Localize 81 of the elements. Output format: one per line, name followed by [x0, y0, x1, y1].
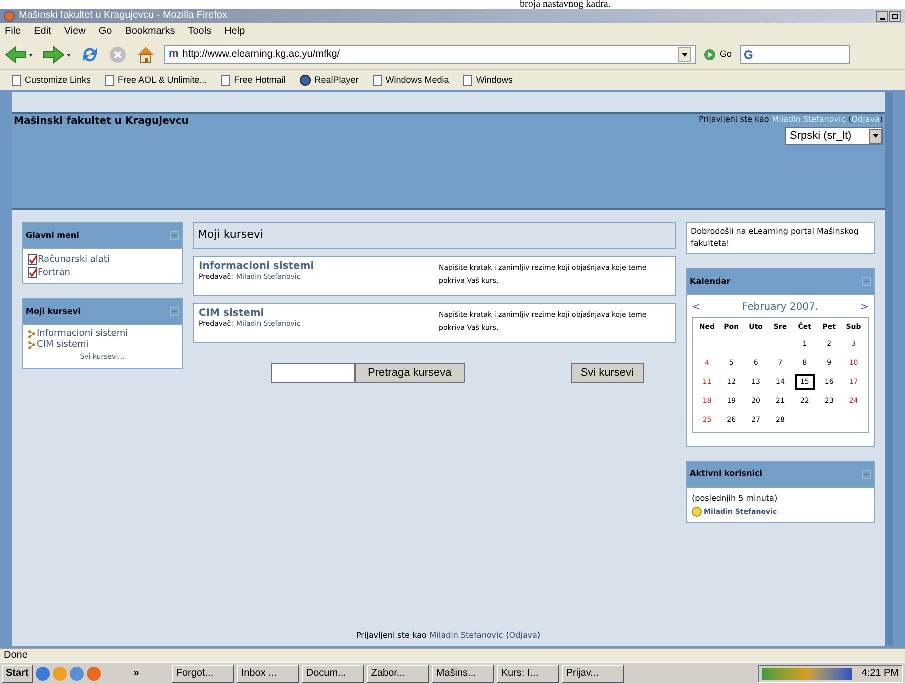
- section-heading: Moji kursevi: [193, 222, 676, 249]
- restore-button[interactable]: [889, 10, 901, 22]
- welcome-text: Dobrodošli na eLearning portal Mašinskog fakulteta!: [686, 222, 875, 254]
- bookmark-link[interactable]: Windows Media: [386, 76, 450, 84]
- month-title: February 2007.: [741, 301, 820, 315]
- document-text: broja nastavnog kadra.: [520, 0, 611, 10]
- window-title: Mašinski fakultet u Kragujevcu - Mozilla Firefox: [19, 11, 228, 21]
- page-icon: [221, 74, 230, 86]
- start-button[interactable]: Start: [2, 664, 33, 682]
- taskbar-button[interactable]: Mašins...: [432, 664, 494, 682]
- logout-link[interactable]: Odjava: [509, 632, 538, 640]
- course-title[interactable]: Informacioni sistemi: [199, 262, 439, 272]
- taskbar-button[interactable]: Zabor...: [367, 664, 430, 682]
- stop-icon[interactable]: [108, 44, 128, 64]
- search-field[interactable]: G: [740, 45, 850, 64]
- menu-item[interactable]: View: [64, 26, 86, 36]
- menu-item[interactable]: Go: [98, 26, 112, 36]
- address-field[interactable]: m http://www.elearning.kg.ac.yu/mfkg/: [164, 45, 696, 64]
- collapse-icon[interactable]: [862, 470, 871, 478]
- login-text: Prijavljeni ste kao: [356, 632, 427, 640]
- menu-item[interactable]: Help: [224, 26, 246, 36]
- course-link[interactable]: Informacioni sistemi: [37, 330, 128, 339]
- block-title: Aktivni korisnici: [690, 468, 762, 480]
- page-icon: [105, 74, 114, 86]
- collapse-icon[interactable]: [862, 277, 871, 286]
- period-text: (poslednjih 5 minuta): [692, 492, 779, 504]
- taskbar-button[interactable]: Docum...: [302, 664, 364, 682]
- menu-link[interactable]: Fortran: [38, 269, 71, 278]
- collapse-icon[interactable]: [170, 307, 179, 316]
- menu-link[interactable]: Računarski alati: [38, 256, 110, 265]
- menu-item[interactable]: File: [5, 26, 22, 36]
- course-link[interactable]: CIM sistemi: [37, 341, 89, 350]
- forward-arrow-icon[interactable]: [42, 44, 72, 64]
- menu-item[interactable]: Tools: [188, 26, 212, 36]
- bookmark-link[interactable]: Free Hotmail: [234, 76, 286, 84]
- quiz-icon: [28, 254, 37, 265]
- block-title: Moji kursevi: [26, 306, 81, 318]
- course-title[interactable]: CIM sistemi: [199, 309, 439, 319]
- site-title: Mašinski fakultet u Kragujevcu: [14, 117, 189, 127]
- course-icon: [28, 341, 36, 350]
- go-icon[interactable]: [704, 48, 716, 60]
- taskbar-button[interactable]: Kurs: I...: [497, 664, 560, 682]
- previous-month-link[interactable]: <: [692, 300, 700, 315]
- site-logo: m: [169, 49, 179, 60]
- parenthesis: ): [880, 116, 883, 124]
- login-text: Prijavljeni ste kao: [698, 116, 770, 124]
- taskbar-button[interactable]: Prijav...: [562, 664, 624, 682]
- collapse-icon[interactable]: [170, 231, 179, 240]
- smiley-icon: [692, 506, 702, 517]
- bookmark-link[interactable]: Free AOL & Unlimite...: [118, 76, 208, 84]
- search-field[interactable]: [271, 363, 355, 383]
- search-courses-button[interactable]: Pretraga kurseva: [355, 363, 465, 383]
- taskbar-button[interactable]: Forgot...: [172, 664, 234, 682]
- bookmark-link[interactable]: Windows: [476, 76, 513, 84]
- taskbar-button[interactable]: Inbox ...: [237, 664, 300, 682]
- bookmark-link[interactable]: RealPlayer: [314, 76, 359, 84]
- search-engine-logo: G: [744, 48, 754, 60]
- page-icon: [372, 74, 382, 86]
- bookmark-link[interactable]: Customize Links: [25, 76, 92, 84]
- course-icon: [28, 330, 36, 339]
- page-icon: [463, 74, 472, 86]
- menu-item[interactable]: Bookmarks: [125, 26, 176, 36]
- parenthesis: ): [537, 632, 541, 640]
- block-title: Kalendar: [690, 276, 731, 288]
- block-title: Glavni meni: [26, 230, 80, 242]
- status-text: Done: [4, 650, 28, 660]
- parenthesis: (: [506, 632, 510, 640]
- parenthesis: (: [848, 116, 852, 124]
- more-button[interactable]: »: [104, 666, 170, 681]
- menu-item[interactable]: Edit: [34, 26, 52, 36]
- quiz-icon: [28, 267, 37, 278]
- user-link[interactable]: Miladin Stefanovic: [430, 632, 504, 640]
- minimize-button[interactable]: [876, 10, 888, 22]
- next-month-link[interactable]: >: [860, 300, 869, 315]
- back-arrow-icon[interactable]: [4, 44, 34, 64]
- go-button[interactable]: Go: [720, 48, 732, 62]
- all-courses-button[interactable]: Svi kursevi: [570, 363, 644, 383]
- page-icon: [12, 74, 21, 86]
- home-icon[interactable]: [136, 44, 156, 64]
- language-select[interactable]: Srpski (sr_lt): [785, 127, 883, 145]
- clock-text: 4:21 PM: [862, 667, 899, 681]
